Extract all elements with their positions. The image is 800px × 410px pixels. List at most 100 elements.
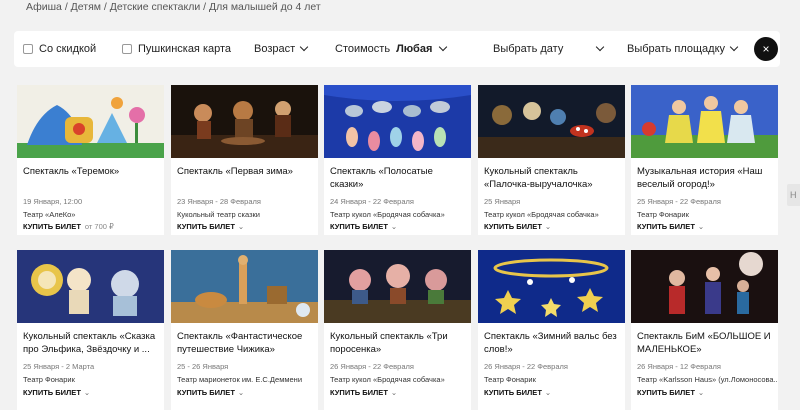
chevron-down-icon: ⌄ [390,222,398,231]
buy-ticket-label: КУПИТЬ БИЛЕТ [484,388,542,397]
event-venue[interactable]: Театр Фонарик [484,375,624,384]
buy-ticket-button[interactable]: КУПИТЬ БИЛЕТ ⌄ [484,222,551,231]
event-date: 24 Января - 22 Февраля [330,197,414,206]
buy-ticket-label: КУПИТЬ БИЛЕТ [23,388,81,397]
pushkin-card-checkbox[interactable]: Пушкинская карта [122,43,231,55]
reset-filters-button[interactable]: × [754,37,778,61]
event-card[interactable]: Спектакль «Фантастическое путешествие Чи… [171,250,318,410]
event-image [17,85,164,158]
side-tab[interactable]: Н [787,184,800,206]
buy-ticket-label: КУПИТЬ БИЛЕТ [177,222,235,231]
event-title[interactable]: Спектакль «Зимний вальс без слов!» [484,330,622,356]
event-image [631,85,778,158]
chevron-down-icon: ⌄ [544,222,552,231]
filter-bar: Со скидкой Пушкинская карта Возраст Стои… [14,31,780,67]
buy-ticket-label: КУПИТЬ БИЛЕТ [177,388,235,397]
event-date: 19 Января, 12:00 [23,197,83,206]
chevron-down-icon: ⌄ [237,222,245,231]
buy-ticket-button[interactable]: КУПИТЬ БИЛЕТ ⌄ [177,388,244,397]
event-title[interactable]: Спектакль БиМ «БОЛЬШОЕ И МАЛЕНЬКОЕ» [637,330,775,356]
event-venue[interactable]: Театр кукол «Бродячая собачка» [484,210,624,219]
breadcrumb-item-kids-shows[interactable]: Детские спектакли [110,1,200,13]
chevron-down-icon [729,42,739,52]
buy-ticket-label: КУПИТЬ БИЛЕТ [330,388,388,397]
date-label: Выбрать дату [493,43,564,55]
event-venue[interactable]: Кукольный театр сказки [177,210,317,219]
chevron-down-icon: ⌄ [83,388,91,397]
buy-ticket-button[interactable]: КУПИТЬ БИЛЕТ ⌄ [637,222,704,231]
event-card[interactable]: Спектакль «Полосатые сказки» 24 Января -… [324,85,471,235]
buy-ticket-button[interactable]: КУПИТЬ БИЛЕТ ⌄ [177,222,244,231]
event-image [324,250,471,323]
age-label: Возраст [254,43,296,55]
discount-checkbox[interactable]: Со скидкой [23,43,96,55]
buy-ticket-button[interactable]: КУПИТЬ БИЛЕТ ⌄ [330,222,397,231]
event-title[interactable]: Спектакль «Первая зима» [177,165,315,178]
event-date: 25 Января - 2 Марта [23,362,95,371]
breadcrumb: Афиша / Детям / Детские спектакли / Для … [26,1,321,13]
event-card[interactable]: Спектакль «Теремок» 19 Января, 12:00 Теа… [17,85,164,235]
event-card[interactable]: Кукольный спектакль «Сказка про Эльфика,… [17,250,164,410]
buy-ticket-label: КУПИТЬ БИЛЕТ [330,222,388,231]
event-venue[interactable]: Театр марионеток им. Е.С.Деммени [177,375,317,384]
event-title[interactable]: Спектакль «Теремок» [23,165,161,178]
event-date: 25 Января - 22 Февраля [637,197,721,206]
event-price: от 700 ₽ [84,222,114,231]
event-image [324,85,471,158]
event-image [171,85,318,158]
event-card[interactable]: Спектакль «Зимний вальс без слов!» 26 Ян… [478,250,625,410]
event-date: 23 Января - 28 Февраля [177,197,261,206]
event-card[interactable]: Кукольный спектакль «Три поросенка» 26 Я… [324,250,471,410]
buy-ticket-button[interactable]: КУПИТЬ БИЛЕТ ⌄ [23,388,90,397]
event-title[interactable]: Музыкальная история «Наш веселый огород!… [637,165,775,191]
event-date: 25 Января [484,197,521,206]
price-value: Любая [396,43,433,55]
event-venue[interactable]: Театр Фонарик [23,375,163,384]
event-card[interactable]: Музыкальная история «Наш веселый огород!… [631,85,778,235]
breadcrumb-separator: / [103,1,107,13]
breadcrumb-item-kids[interactable]: Детям [71,1,101,13]
chevron-down-icon: ⌄ [390,388,398,397]
buy-ticket-button[interactable]: КУПИТЬ БИЛЕТ ⌄ [330,388,397,397]
event-date: 26 Января - 22 Февраля [484,362,568,371]
buy-ticket-label: КУПИТЬ БИЛЕТ [637,388,695,397]
discount-label: Со скидкой [39,43,97,55]
chevron-down-icon: ⌄ [697,388,705,397]
event-title[interactable]: Спектакль «Фантастическое путешествие Чи… [177,330,315,356]
event-card[interactable]: Спектакль «Первая зима» 23 Января - 28 Ф… [171,85,318,235]
event-venue[interactable]: Театр кукол «Бродячая собачка» [330,375,470,384]
buy-ticket-button[interactable]: КУПИТЬ БИЛЕТ от 700 ₽ [23,222,114,231]
date-dropdown[interactable]: Выбрать дату [493,42,605,55]
event-title[interactable]: Спектакль «Полосатые сказки» [330,165,468,191]
checkbox-icon [122,44,132,54]
buy-ticket-button[interactable]: КУПИТЬ БИЛЕТ ⌄ [637,388,704,397]
event-date: 25 - 26 Января [177,362,229,371]
buy-ticket-label: КУПИТЬ БИЛЕТ [637,222,695,231]
checkbox-icon [23,44,33,54]
buy-ticket-button[interactable]: КУПИТЬ БИЛЕТ ⌄ [484,388,551,397]
event-venue[interactable]: Театр «Karlsson Haus» (ул.Ломоносова... [637,375,777,384]
venue-label: Выбрать площадку [627,43,726,55]
breadcrumb-separator: / [203,1,207,13]
chevron-down-icon [439,42,448,52]
event-image [631,250,778,323]
event-image [17,250,164,323]
breadcrumb-item-afisha[interactable]: Афиша [26,1,62,13]
event-title[interactable]: Кукольный спектакль «Сказка про Эльфика,… [23,330,161,356]
event-image [171,250,318,323]
price-dropdown[interactable]: Стоимость Любая [335,42,448,55]
event-card[interactable]: Кукольный спектакль «Палочка-выручалочка… [478,85,625,235]
venue-dropdown[interactable]: Выбрать площадку [627,42,739,55]
event-venue[interactable]: Театр Фонарик [637,210,777,219]
event-title[interactable]: Кукольный спектакль «Палочка-выручалочка… [484,165,622,191]
buy-ticket-label: КУПИТЬ БИЛЕТ [484,222,542,231]
chevron-down-icon: ⌄ [544,388,552,397]
age-dropdown[interactable]: Возраст [254,42,309,55]
event-venue[interactable]: Театр кукол «Бродячая собачка» [330,210,470,219]
pushkin-card-label: Пушкинская карта [138,43,232,55]
event-title[interactable]: Кукольный спектакль «Три поросенка» [330,330,468,356]
event-image [478,250,625,323]
chevron-down-icon: ⌄ [697,222,705,231]
event-card[interactable]: Спектакль БиМ «БОЛЬШОЕ И МАЛЕНЬКОЕ» 26 Я… [631,250,778,410]
event-venue[interactable]: Театр «АлеКо» [23,210,163,219]
